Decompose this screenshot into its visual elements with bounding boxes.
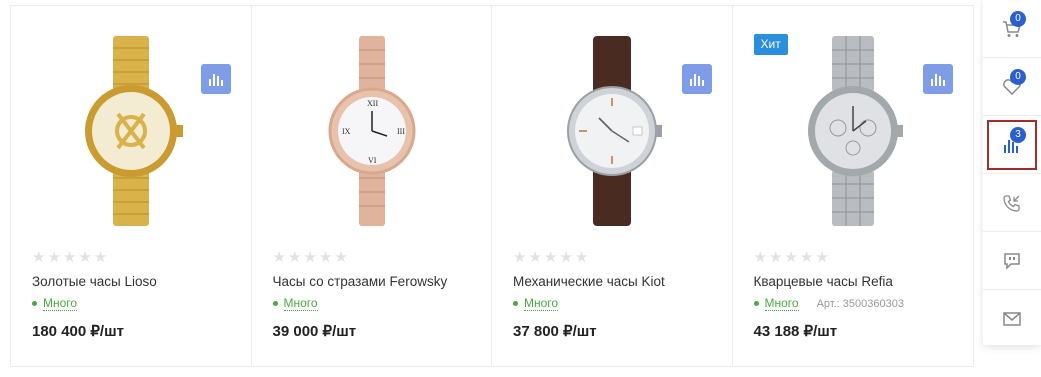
star-icon: ★ xyxy=(334,249,348,266)
compare-button[interactable] xyxy=(923,64,953,94)
product-image[interactable] xyxy=(31,31,231,231)
stock-label[interactable]: Много xyxy=(283,296,318,311)
article-number: Арт.: 3500360303 xyxy=(816,297,904,310)
email-button[interactable] xyxy=(983,290,1041,348)
svg-text:IX: IX xyxy=(342,127,351,136)
rating-stars[interactable]: ★ ★ ★ ★ ★ xyxy=(513,250,588,265)
stock-dot xyxy=(32,301,37,306)
side-panel: 0 0 3 xyxy=(983,0,1041,345)
star-icon: ★ xyxy=(287,249,302,266)
product-card[interactable]: XII III VI IX ★ ★ ★ ★ ★ Часы со стразами Ferows… xyxy=(252,6,492,366)
svg-text:XII: XII xyxy=(367,99,378,108)
star-icon: ★ xyxy=(753,249,767,266)
compare-icon xyxy=(931,74,945,86)
reviews-button[interactable] xyxy=(983,232,1041,290)
product-card[interactable]: Хит ★ ★ ★ ★ ★ Кварцевые часы Refia Много Арт xyxy=(733,6,974,366)
star-icon: ★ xyxy=(799,249,814,266)
product-price: 37 800 ₽/шт xyxy=(513,323,597,340)
stock-status: Много xyxy=(272,296,318,311)
star-icon: ★ xyxy=(303,249,317,266)
star-icon: ★ xyxy=(574,249,589,266)
stock-label[interactable]: Много xyxy=(43,296,78,311)
rating-stars[interactable]: ★ ★ ★ ★ ★ xyxy=(32,250,107,265)
svg-text:III: III xyxy=(397,127,405,136)
star-icon: ★ xyxy=(93,249,108,266)
compare-panel-button[interactable]: 3 xyxy=(983,116,1041,174)
stock-dot xyxy=(753,301,759,306)
compare-icon xyxy=(689,74,704,86)
cart-button[interactable]: 0 xyxy=(983,0,1041,58)
phone-callback-icon xyxy=(1003,194,1020,212)
compare-button[interactable] xyxy=(200,64,231,94)
favorites-button[interactable]: 0 xyxy=(983,58,1041,116)
star-icon: ★ xyxy=(272,249,286,266)
product-price: 43 188 ₽/шт xyxy=(753,323,838,340)
stock-dot xyxy=(272,301,278,306)
product-price: 39 000 ₽/шт xyxy=(272,323,357,340)
cart-count: 0 xyxy=(1010,11,1026,27)
product-card[interactable]: ★ ★ ★ ★ ★ Золотые часы Lioso Много 180 400 ₽… xyxy=(11,6,252,366)
product-title[interactable]: Кварцевые часы Refia xyxy=(754,274,893,289)
star-icon: ★ xyxy=(32,249,46,266)
chat-quote-icon xyxy=(1004,252,1020,270)
star-icon: ★ xyxy=(768,249,783,266)
stock-label[interactable]: Много xyxy=(524,296,559,311)
rating-stars[interactable]: ★ ★ ★ ★ ★ xyxy=(754,250,829,265)
star-icon: ★ xyxy=(513,249,527,266)
product-image[interactable] xyxy=(753,31,953,231)
product-image[interactable] xyxy=(512,31,712,231)
callback-button[interactable] xyxy=(983,174,1041,232)
star-icon: ★ xyxy=(62,249,77,266)
star-icon: ★ xyxy=(543,249,558,266)
rating-stars[interactable]: ★ ★ ★ ★ ★ xyxy=(273,250,348,265)
mail-icon xyxy=(1003,312,1021,326)
product-title[interactable]: Механические часы Kiot xyxy=(513,274,665,289)
star-icon: ★ xyxy=(47,249,61,266)
stock-status: Много xyxy=(513,296,559,311)
product-title[interactable]: Часы со стразами Ferowsky xyxy=(273,274,448,289)
compare-button[interactable] xyxy=(681,64,712,94)
star-icon: ★ xyxy=(784,249,798,266)
product-title[interactable]: Золотые часы Lioso xyxy=(32,274,157,289)
product-image[interactable]: XII III VI IX xyxy=(272,31,472,231)
product-price: 180 400 ₽/шт xyxy=(32,323,124,340)
product-card[interactable]: ★ ★ ★ ★ ★ Механические часы Kiot Много 37 80… xyxy=(492,6,733,366)
product-grid: ★ ★ ★ ★ ★ Золотые часы Lioso Много 180 400 ₽… xyxy=(10,5,974,367)
stock-status: Много xyxy=(32,296,78,311)
compare-count: 3 xyxy=(1010,127,1026,143)
stock-label[interactable]: Много xyxy=(764,296,799,311)
star-icon: ★ xyxy=(78,249,92,266)
stock-dot xyxy=(513,301,518,306)
stock-status: Много Арт.: 3500360303 xyxy=(753,296,904,311)
svg-text:VI: VI xyxy=(368,156,377,165)
favorites-count: 0 xyxy=(1010,69,1026,85)
star-icon: ★ xyxy=(815,249,829,266)
star-icon: ★ xyxy=(559,249,573,266)
compare-icon xyxy=(208,74,223,86)
star-icon: ★ xyxy=(318,249,333,266)
star-icon: ★ xyxy=(528,249,542,266)
